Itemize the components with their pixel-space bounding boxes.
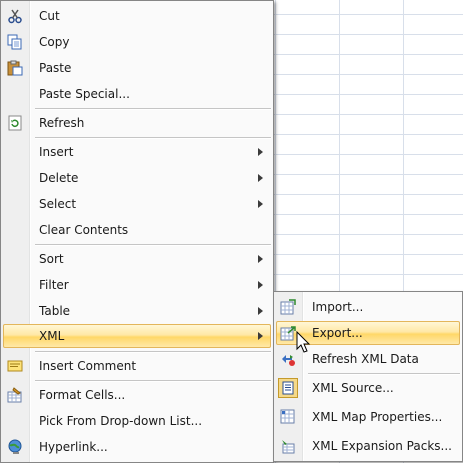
menu-item-label: Pick From Drop-down List...	[39, 414, 203, 428]
submenu-arrow-icon	[258, 148, 263, 156]
menu-item-label: Refresh XML Data	[312, 352, 419, 366]
menu-item-copy[interactable]: Copy	[3, 30, 271, 54]
menu-item-label: Copy	[39, 35, 70, 49]
xml-map-properties-icon	[278, 407, 298, 427]
scissors-icon	[5, 6, 25, 26]
submenu-arrow-icon	[258, 281, 263, 289]
menu-item-refresh[interactable]: Refresh	[3, 111, 271, 135]
menu-item-label: Cut	[39, 9, 60, 23]
menu-item-insert-comment[interactable]: Insert Comment	[3, 354, 271, 378]
menu-separator	[35, 137, 271, 139]
paste-icon	[5, 58, 25, 78]
xml-submenu: Import... Export... Refresh XML Data XML…	[273, 291, 463, 462]
submenu-arrow-icon	[258, 174, 263, 182]
mouse-pointer-icon	[296, 330, 314, 355]
menu-item-label: Insert	[39, 145, 74, 159]
submenu-item-xml-map-properties[interactable]: XML Map Properties...	[276, 405, 460, 429]
menu-separator	[35, 244, 271, 246]
menu-item-pick-from-dropdown[interactable]: Pick From Drop-down List...	[3, 409, 271, 433]
submenu-arrow-icon	[258, 332, 263, 340]
submenu-arrow-icon	[258, 255, 263, 263]
menu-item-label: Insert Comment	[39, 359, 137, 373]
menu-item-label: Format Cells...	[39, 388, 126, 402]
insert-comment-icon	[5, 356, 25, 376]
menu-item-hyperlink[interactable]: Hyperlink...	[3, 435, 271, 459]
menu-item-label: Table	[39, 304, 71, 318]
menu-item-label: Refresh	[39, 116, 85, 130]
menu-item-label: Export...	[312, 326, 363, 340]
menu-item-format-cells[interactable]: Format Cells...	[3, 383, 271, 407]
menu-item-label: Select	[39, 197, 77, 211]
menu-item-sort[interactable]: Sort	[3, 247, 271, 271]
menu-item-label: Clear Contents	[39, 223, 129, 237]
refresh-xml-icon	[278, 349, 298, 369]
hyperlink-icon	[5, 437, 25, 457]
menu-item-delete[interactable]: Delete	[3, 166, 271, 190]
xml-import-icon	[278, 297, 298, 317]
menu-item-label: XML Source...	[312, 381, 394, 395]
menu-item-label: Sort	[39, 252, 64, 266]
submenu-arrow-icon	[258, 307, 263, 315]
menu-item-label: XML Map Properties...	[312, 410, 443, 424]
menu-item-label: Delete	[39, 171, 79, 185]
menu-item-insert[interactable]: Insert	[3, 140, 271, 164]
menu-item-filter[interactable]: Filter	[3, 273, 271, 297]
menu-item-paste[interactable]: Paste	[3, 56, 271, 80]
submenu-item-xml-source[interactable]: XML Source...	[276, 376, 460, 400]
menu-item-label: Paste Special...	[39, 87, 130, 101]
refresh-icon	[5, 113, 25, 133]
context-menu: Cut Copy Paste Paste Special... Refresh …	[0, 0, 274, 463]
menu-item-select[interactable]: Select	[3, 192, 271, 216]
menu-separator	[35, 380, 271, 382]
menu-item-table[interactable]: Table	[3, 299, 271, 323]
menu-item-xml[interactable]: XML	[3, 324, 271, 348]
menu-item-label: Hyperlink...	[39, 440, 108, 454]
menu-separator	[308, 373, 460, 375]
xml-expansion-packs-icon	[278, 436, 298, 456]
submenu-arrow-icon	[258, 200, 263, 208]
menu-separator	[35, 108, 271, 110]
menu-item-clear-contents[interactable]: Clear Contents	[3, 218, 271, 242]
menu-item-paste-special[interactable]: Paste Special...	[3, 82, 271, 106]
format-cells-icon	[5, 385, 25, 405]
menu-item-label: Paste	[39, 61, 72, 75]
menu-item-label: XML	[39, 329, 65, 343]
menu-item-label: Filter	[39, 278, 69, 292]
copy-icon	[5, 32, 25, 52]
xml-source-icon	[278, 378, 298, 398]
submenu-item-import[interactable]: Import...	[276, 295, 460, 319]
menu-item-cut[interactable]: Cut	[3, 4, 271, 28]
menu-item-label: XML Expansion Packs...	[312, 439, 452, 453]
xml-export-icon	[278, 323, 298, 343]
menu-separator	[35, 351, 271, 353]
submenu-item-xml-expansion-packs[interactable]: XML Expansion Packs...	[276, 434, 460, 458]
menu-item-label: Import...	[312, 300, 364, 314]
